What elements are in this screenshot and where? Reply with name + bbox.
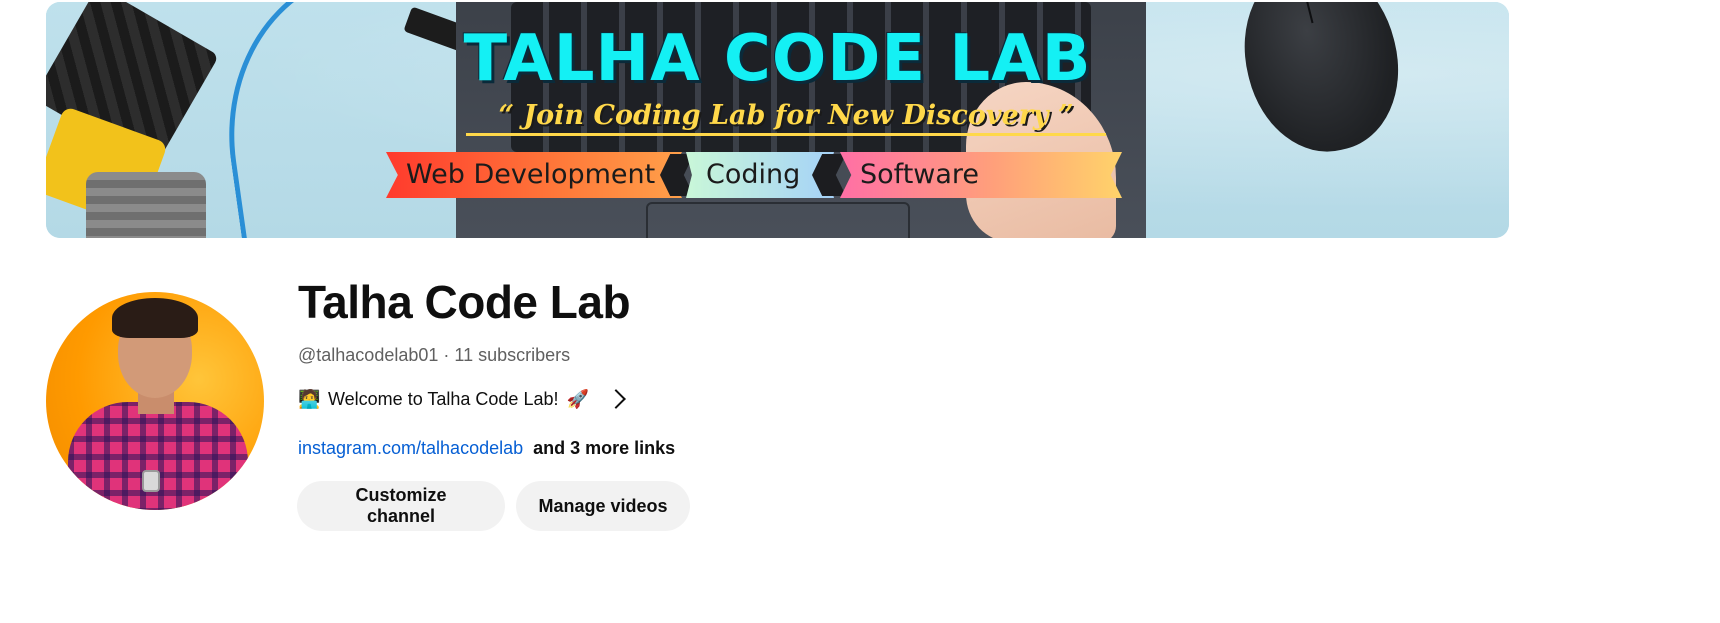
- technologist-emoji-icon: 🧑‍💻: [298, 388, 321, 409]
- channel-page: TALHA CODE LAB “ Join Coding Lab for New…: [0, 0, 1720, 623]
- description-text: Welcome to Talha Code Lab!: [328, 388, 559, 409]
- banner-tag-web-development: Web Development: [386, 152, 682, 198]
- banner-title: TALHA CODE LAB: [463, 22, 1092, 96]
- channel-links: instagram.com/talhacodelab and 3 more li…: [298, 436, 675, 460]
- customize-channel-button[interactable]: Customize channel: [297, 481, 505, 531]
- chevron-right-icon[interactable]: [606, 389, 626, 409]
- more-links-link[interactable]: and 3 more links: [533, 438, 675, 458]
- subscriber-count: 11 subscribers: [454, 345, 571, 365]
- channel-banner: TALHA CODE LAB “ Join Coding Lab for New…: [46, 2, 1509, 238]
- banner-tagline: “ Join Coding Lab for New Discovery ”: [466, 99, 1106, 136]
- banner-tag-coding: Coding: [686, 152, 834, 198]
- banner-tag-software-engineer: Software Engineer: [840, 152, 1122, 198]
- meta-separator: ·: [443, 345, 450, 365]
- manage-videos-button[interactable]: Manage videos: [516, 481, 690, 531]
- instagram-link[interactable]: instagram.com/talhacodelab: [298, 438, 523, 458]
- channel-meta: @talhacodelab01 · 11 subscribers: [298, 343, 570, 367]
- channel-avatar[interactable]: [46, 292, 264, 510]
- channel-name: Talha Code Lab: [298, 276, 631, 328]
- channel-handle: @talhacodelab01: [298, 345, 439, 365]
- rocket-emoji-icon: 🚀: [566, 388, 589, 409]
- channel-description[interactable]: 🧑‍💻 Welcome to Talha Code Lab! 🚀: [298, 386, 626, 412]
